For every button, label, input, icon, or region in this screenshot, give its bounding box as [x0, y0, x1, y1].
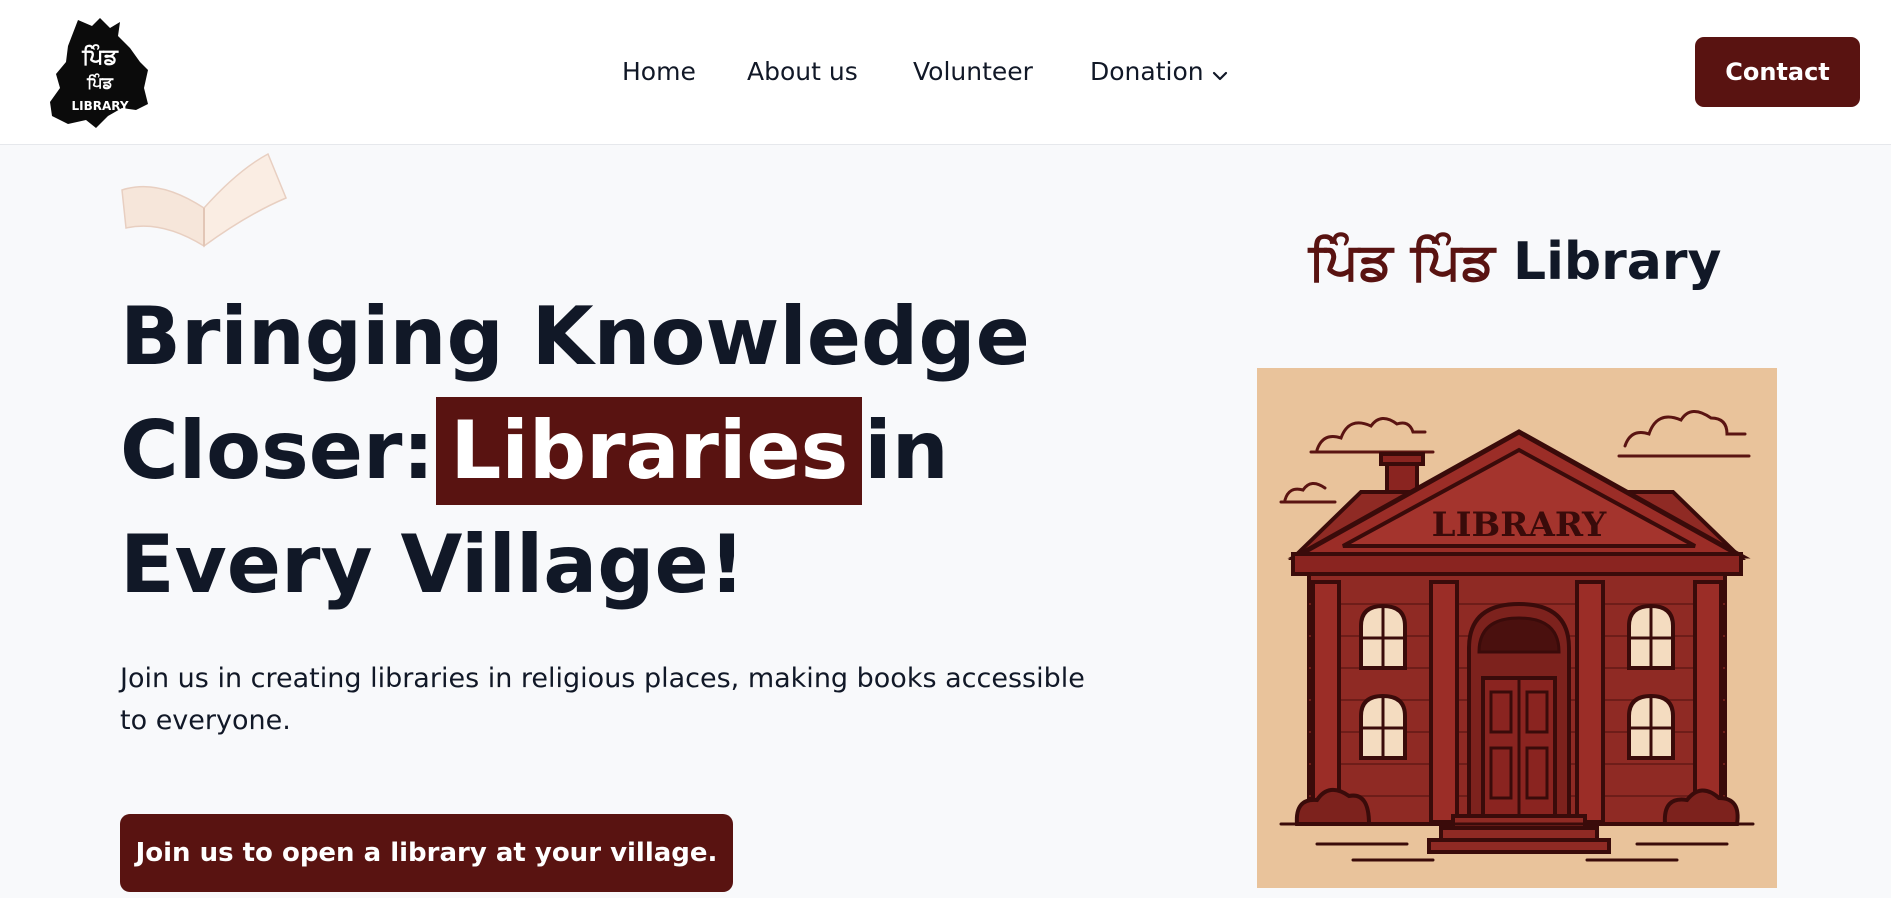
- brand-english-text: Library: [1512, 232, 1722, 292]
- nav-donation[interactable]: Donation: [1090, 52, 1228, 93]
- library-sign-text: LIBRARY: [1432, 505, 1607, 545]
- headline-closer: Closer:: [120, 404, 435, 497]
- library-illustration: LIBRARY: [1257, 368, 1777, 888]
- headline-line-3: Every Village!: [120, 518, 746, 611]
- main-nav: Home About us Volunteer Donation: [0, 52, 1891, 92]
- brand-title: ਪਿੰਡ ਪਿੰਡ Library: [1290, 232, 1740, 293]
- nav-donation-label: Donation: [1090, 57, 1204, 86]
- site-header: ਪਿੰਡ ਪਿੰਡ LIBRARY Home About us Voluntee…: [0, 0, 1891, 145]
- headline-highlight-libraries: Libraries: [436, 397, 863, 505]
- contact-button[interactable]: Contact: [1695, 37, 1860, 107]
- chevron-down-icon: [1212, 53, 1228, 93]
- headline-line-1: Bringing Knowledge: [120, 290, 1030, 383]
- headline-in: in: [864, 404, 949, 497]
- headline-line-2: Closer: Libraries in: [120, 394, 1020, 508]
- library-building-icon: LIBRARY: [1279, 410, 1755, 862]
- nav-home[interactable]: Home: [622, 52, 696, 92]
- join-library-cta-button[interactable]: Join us to open a library at your villag…: [120, 814, 733, 892]
- brand-punjabi-text: ਪਿੰਡ ਪਿੰਡ: [1308, 232, 1495, 292]
- hero-subtitle: Join us in creating libraries in religio…: [120, 663, 1085, 736]
- hero-headline: Bringing Knowledge Closer: Libraries in Ev…: [120, 280, 1030, 622]
- nav-volunteer[interactable]: Volunteer: [913, 52, 1033, 92]
- nav-about-us[interactable]: About us: [747, 52, 858, 92]
- open-book-icon: [118, 150, 290, 250]
- logo-library-text: LIBRARY: [71, 99, 128, 113]
